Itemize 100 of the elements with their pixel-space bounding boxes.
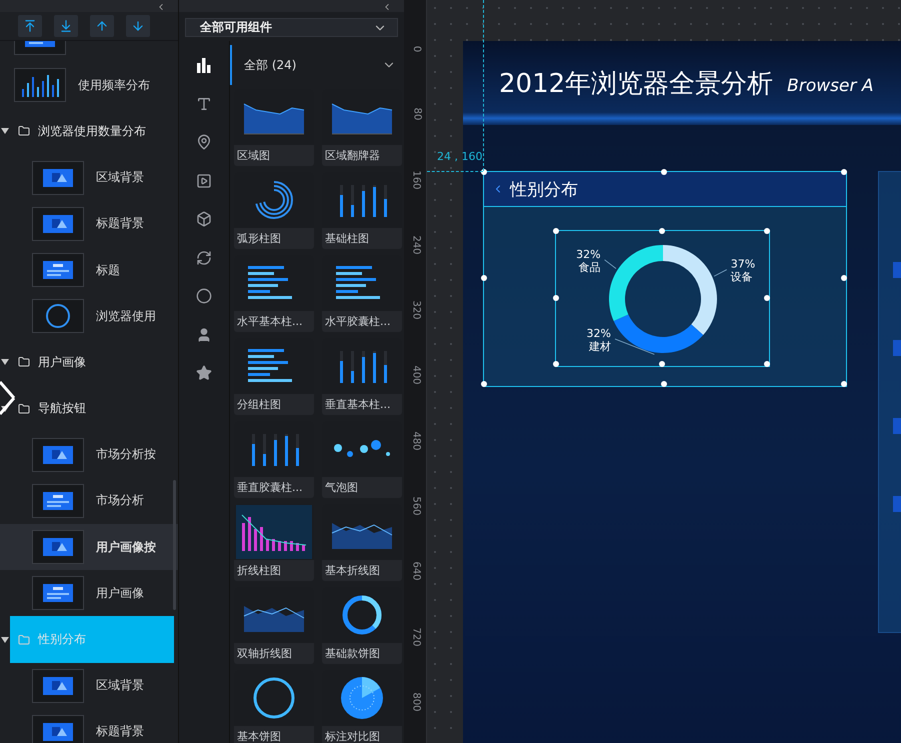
layer-item[interactable]: 市场分析按 [0,432,178,478]
move-layer-button[interactable] [90,15,114,37]
component-card[interactable]: 标注对比图 [322,670,402,743]
move-layer-button[interactable] [126,15,150,37]
title-card-icon [43,492,73,510]
resize-handle[interactable] [658,361,664,367]
arrow-up-icon [95,19,109,33]
value-label: 32% [586,327,611,340]
resize-handle[interactable] [553,294,559,300]
ruler-label: 160 [410,170,422,190]
resize-handle[interactable] [764,361,770,367]
widget-header: 性别分布 [484,172,846,207]
ruler-label: 240 [410,235,422,254]
component-card[interactable]: 双轴折线图 [234,587,314,664]
component-card[interactable]: 基本折线图 [322,504,402,581]
layer-group-item[interactable]: 导航按钮 [10,386,174,432]
folder-icon [18,125,30,138]
leader-line [714,269,728,277]
layer-item[interactable]: 用户画像 [0,570,178,616]
ruler-label: 0 [410,46,422,52]
resize-handle[interactable] [764,294,770,300]
resize-handle[interactable] [764,228,770,234]
component-card[interactable]: 基础款饼图 [322,587,402,664]
component-card[interactable]: 基本饼图 [234,670,314,743]
ruler-label: 560 [410,496,422,516]
ruler-label: 720 [410,627,422,646]
chart-frame[interactable]: 37% 设备 32% 建材 32% 食品 [555,230,770,367]
folder-icon [18,634,30,646]
layer-item[interactable]: 标题背景 [0,200,178,247]
resize-handle[interactable] [841,381,847,387]
layer-item[interactable]: 用户画像按 [0,524,178,570]
category-label: 食品 [578,260,601,274]
layer-item[interactable]: 市场分析 [0,478,178,524]
caret-icon[interactable] [0,359,10,366]
value-label: 32% [576,248,601,261]
layer-item[interactable]: 使用频率分布 [0,62,178,108]
ring-icon [44,302,72,330]
move-layer-button[interactable] [54,15,78,37]
leader-line [614,338,655,355]
category-label: 建材 [589,340,611,353]
layer-item[interactable]: 浏览器使用 [0,293,178,340]
play-icon [196,172,212,188]
arrow-to-bottom-icon [59,19,73,33]
layer-group-item[interactable]: 用户画像 [10,339,174,386]
layer-item[interactable]: 区域背景 [0,662,178,709]
component-card[interactable]: 折线柱图 [234,504,314,581]
resize-handle[interactable] [841,169,847,175]
component-card[interactable]: 水平基本柱... [234,255,314,332]
resize-handle[interactable] [553,228,559,234]
move-layer-button[interactable] [18,15,42,37]
star-icon [196,365,212,381]
layer-group-item[interactable]: 浏览器使用数量分布 [10,108,174,155]
image-placeholder-icon [43,676,73,695]
resize-handle[interactable] [661,169,667,175]
layer-item[interactable]: 区域背景 [0,154,178,201]
circle-icon [196,288,212,304]
rotate-icon [196,250,212,266]
image-placeholder-icon [43,722,73,741]
user-icon [196,326,212,342]
component-card[interactable]: 弧形柱图 [234,172,314,249]
ruler-label: 800 [410,692,422,712]
image-placeholder-icon [43,214,73,233]
ruler-label: 80 [410,108,422,121]
caret-icon[interactable] [0,128,10,134]
ruler-label: 400 [410,366,422,386]
ruler-label: 320 [410,300,422,320]
component-card[interactable]: 基础柱图 [322,172,402,249]
ruler-label: 640 [410,562,422,581]
layer-item[interactable]: 标题 [0,246,178,294]
chart-widget[interactable]: 性别分布 37% 设备 32% 建材 32% 食品 [483,171,847,387]
folder-icon [18,356,30,368]
component-card[interactable]: 水平胶囊柱... [322,255,402,332]
image-placeholder-icon [43,446,73,464]
title-card-icon [43,261,73,280]
component-card[interactable]: 垂直胶囊柱... [234,421,314,498]
folder-icon [18,402,30,415]
component-card[interactable]: 分组柱图 [234,338,314,415]
category-label: 设备 [730,270,753,284]
component-card[interactable]: 垂直基本柱... [322,338,402,415]
component-card[interactable]: 区域图 [234,89,314,166]
resize-handle[interactable] [661,381,667,387]
bubble-chart-drawing [334,440,390,458]
resize-handle[interactable] [553,361,559,367]
ruler-label: 480 [410,431,422,450]
component-card[interactable]: 区域翻牌器 [322,89,402,166]
component-card[interactable]: 气泡图 [322,421,402,498]
image-placeholder-icon [43,538,73,556]
title-card-icon [43,584,73,602]
resize-handle[interactable] [658,228,664,234]
arrow-to-top-icon [23,19,37,33]
layer-item[interactable]: 标题背景 [0,708,178,743]
resize-handle[interactable] [841,275,847,281]
bar-chart-icon [196,57,212,73]
scrollbar[interactable] [173,480,176,610]
image-placeholder-icon [43,168,73,187]
resize-handle[interactable] [481,381,487,387]
leader-line [604,259,616,269]
filter-dropdown[interactable]: 全部可用组件 [185,18,398,37]
resize-handle[interactable] [481,275,487,281]
caret-icon[interactable] [0,636,10,643]
